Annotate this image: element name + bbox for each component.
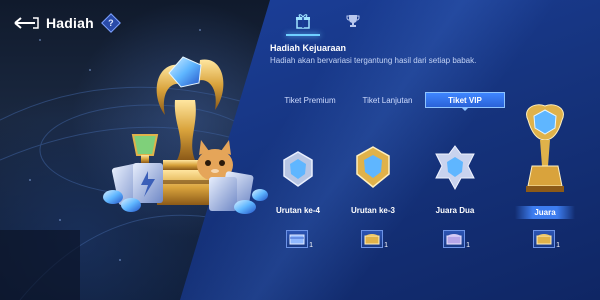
- gold-chest-icon: [364, 234, 380, 245]
- rank-label: Juara Dua: [435, 206, 475, 215]
- silver-star-crest-icon: [435, 145, 475, 191]
- gold-crest-icon: [356, 146, 390, 188]
- tab-selected-caret: [462, 108, 468, 111]
- rank-label: Juara: [534, 208, 556, 217]
- gold-chest-icon: [536, 234, 552, 245]
- back-button[interactable]: [12, 14, 40, 32]
- rank-label: Urutan ke-3: [350, 206, 395, 215]
- blue-crate-icon: [289, 234, 305, 245]
- reward-count: 1: [466, 242, 470, 249]
- reward-count: 1: [384, 242, 388, 249]
- section-title: Hadiah Kejuaraan: [270, 43, 347, 53]
- reward-count: 1: [556, 242, 560, 249]
- rank-label: Urutan ke-4: [275, 206, 320, 215]
- ticket-tabs: Tiket Premium Tiket Lanjutan Tiket VIP: [270, 92, 505, 108]
- tab-vip-ticket[interactable]: Tiket VIP: [425, 92, 505, 108]
- tab-rewards-indicator: [286, 34, 320, 36]
- help-icon: ?: [108, 18, 114, 28]
- reward-item-4th[interactable]: 1: [286, 230, 313, 249]
- tab-advanced-ticket[interactable]: Tiket Lanjutan: [350, 92, 425, 108]
- header: Hadiah ?: [12, 12, 121, 34]
- section-description: Hadiah akan bervariasi tergantung hasil …: [270, 56, 477, 65]
- trophy-icon: [346, 15, 360, 27]
- help-button[interactable]: ?: [100, 13, 121, 33]
- grand-prize-illustration: [103, 56, 268, 214]
- purple-chest-icon: [446, 234, 462, 245]
- silver-crest-icon: [283, 151, 313, 187]
- reward-item-3rd[interactable]: 1: [361, 230, 388, 249]
- reward-item-1st[interactable]: 1: [533, 230, 560, 249]
- gift-icon: [296, 14, 310, 29]
- tab-premium-ticket[interactable]: Tiket Premium: [270, 92, 350, 108]
- reward-item-2nd[interactable]: 1: [443, 230, 470, 249]
- gold-trophy-icon: [526, 104, 564, 192]
- reward-count: 1: [309, 242, 313, 249]
- page-title: Hadiah: [46, 15, 94, 31]
- tab-trophy[interactable]: [338, 8, 368, 34]
- tab-rewards[interactable]: [278, 8, 328, 36]
- back-arrow-icon: [14, 17, 39, 29]
